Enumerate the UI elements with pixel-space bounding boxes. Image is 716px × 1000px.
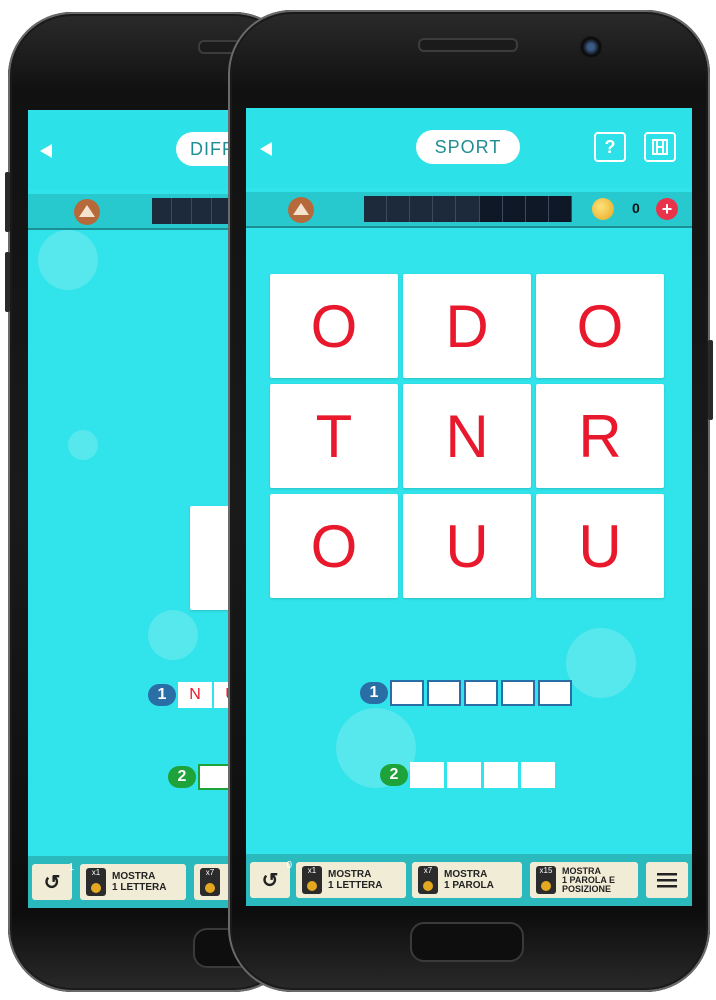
background-bubble: [38, 230, 98, 290]
volume-button: [5, 252, 10, 312]
hint-show-letter-button[interactable]: x1 MOSTRA 1 LETTERA: [80, 864, 186, 900]
film-button[interactable]: [644, 132, 676, 162]
coin-icon: [592, 198, 614, 220]
menu-button[interactable]: [646, 862, 688, 898]
hint-label: 1 LETTERA: [328, 880, 383, 891]
word2-slot: [410, 762, 444, 788]
hint-show-word-button[interactable]: x7 MOSTRA 1 PAROLA: [412, 862, 522, 898]
back-arrow-icon[interactable]: [260, 142, 272, 156]
hint-coin-icon: x1: [86, 868, 106, 896]
hint-coin-icon: x7: [418, 866, 438, 894]
word1-slot: [464, 680, 498, 706]
category-title: SPORT: [416, 130, 520, 164]
background-bubble: [566, 628, 636, 698]
word1-number-badge: 1: [360, 682, 388, 704]
word1-slot: [390, 680, 424, 706]
word2-number-badge: 2: [380, 764, 408, 786]
header: SPORT ?: [246, 108, 692, 188]
hint-coin-icon: x15: [536, 866, 556, 894]
hint-label: MOSTRA: [112, 871, 156, 882]
letter-tile[interactable]: N: [403, 384, 531, 488]
hint-label: 1 LETTERA: [112, 882, 167, 893]
undo-icon: ↺: [261, 869, 279, 892]
undo-button[interactable]: ↺ 0: [250, 860, 292, 898]
word2-number-badge: 2: [168, 766, 196, 788]
undo-count: 1: [68, 862, 74, 873]
hint-show-letter-button[interactable]: x1 MOSTRA 1 LETTERA: [296, 862, 406, 898]
hint-show-word-position-button[interactable]: x15 MOSTRA 1 PAROLA E POSIZIONE: [530, 862, 638, 898]
letter-tile[interactable]: U: [403, 494, 531, 598]
word1-slot: [538, 680, 572, 706]
film-icon: [652, 139, 668, 155]
front-screen: SPORT ? 0 + ODOTNROUU 1 2 ↺ 0 x1 MOSTRA 1…: [246, 108, 692, 906]
word2-slot: [198, 764, 232, 790]
hint-label: MOSTRA: [444, 869, 488, 880]
background-bubble: [68, 430, 98, 460]
letter-tile[interactable]: R: [536, 384, 664, 488]
undo-icon: ↺: [43, 871, 61, 894]
power-button: [708, 340, 713, 420]
add-coins-button[interactable]: +: [656, 198, 678, 220]
speaker-grille: [418, 38, 518, 52]
letter-tile[interactable]: D: [403, 274, 531, 378]
level-progress-bar: [364, 196, 572, 222]
hint-coin-icon: x7: [200, 868, 220, 896]
letter-tile[interactable]: O: [270, 274, 398, 378]
home-button: [410, 922, 524, 962]
front-camera: [580, 36, 602, 58]
pyramid-icon: [74, 199, 100, 225]
undo-count: 0: [286, 860, 292, 871]
hint-coin-icon: x1: [302, 866, 322, 894]
letter-tile[interactable]: U: [536, 494, 664, 598]
background-bubble: [148, 610, 198, 660]
hint-label: 1 PAROLA: [444, 880, 494, 891]
hint-label: MOSTRA: [328, 869, 372, 880]
pyramid-icon: [288, 197, 314, 223]
coin-count: 0: [632, 200, 640, 216]
letter-tile[interactable]: T: [270, 384, 398, 488]
letter-tile[interactable]: O: [536, 274, 664, 378]
word1-slot: [427, 680, 461, 706]
letter-tile[interactable]: O: [270, 494, 398, 598]
word2-slot: [521, 762, 555, 788]
hint-label: POSIZIONE: [562, 883, 612, 894]
bottom-toolbar: ↺ 0 x1 MOSTRA 1 LETTERA x7 MOSTRA 1 PAROLA…: [246, 854, 692, 906]
help-button[interactable]: ?: [594, 132, 626, 162]
front-phone: SPORT ? 0 + ODOTNROUU 1 2 ↺ 0 x1 MOSTRA 1…: [228, 10, 713, 992]
word1-number-badge: 1: [148, 684, 176, 706]
undo-button[interactable]: ↺ 1: [32, 862, 74, 900]
word1-slot: [501, 680, 535, 706]
word1-slot: N: [178, 682, 212, 708]
hamburger-icon: [657, 873, 677, 888]
volume-button: [5, 172, 10, 232]
word2-slot: [447, 762, 481, 788]
word2-slot: [484, 762, 518, 788]
back-arrow-icon[interactable]: [40, 144, 52, 158]
